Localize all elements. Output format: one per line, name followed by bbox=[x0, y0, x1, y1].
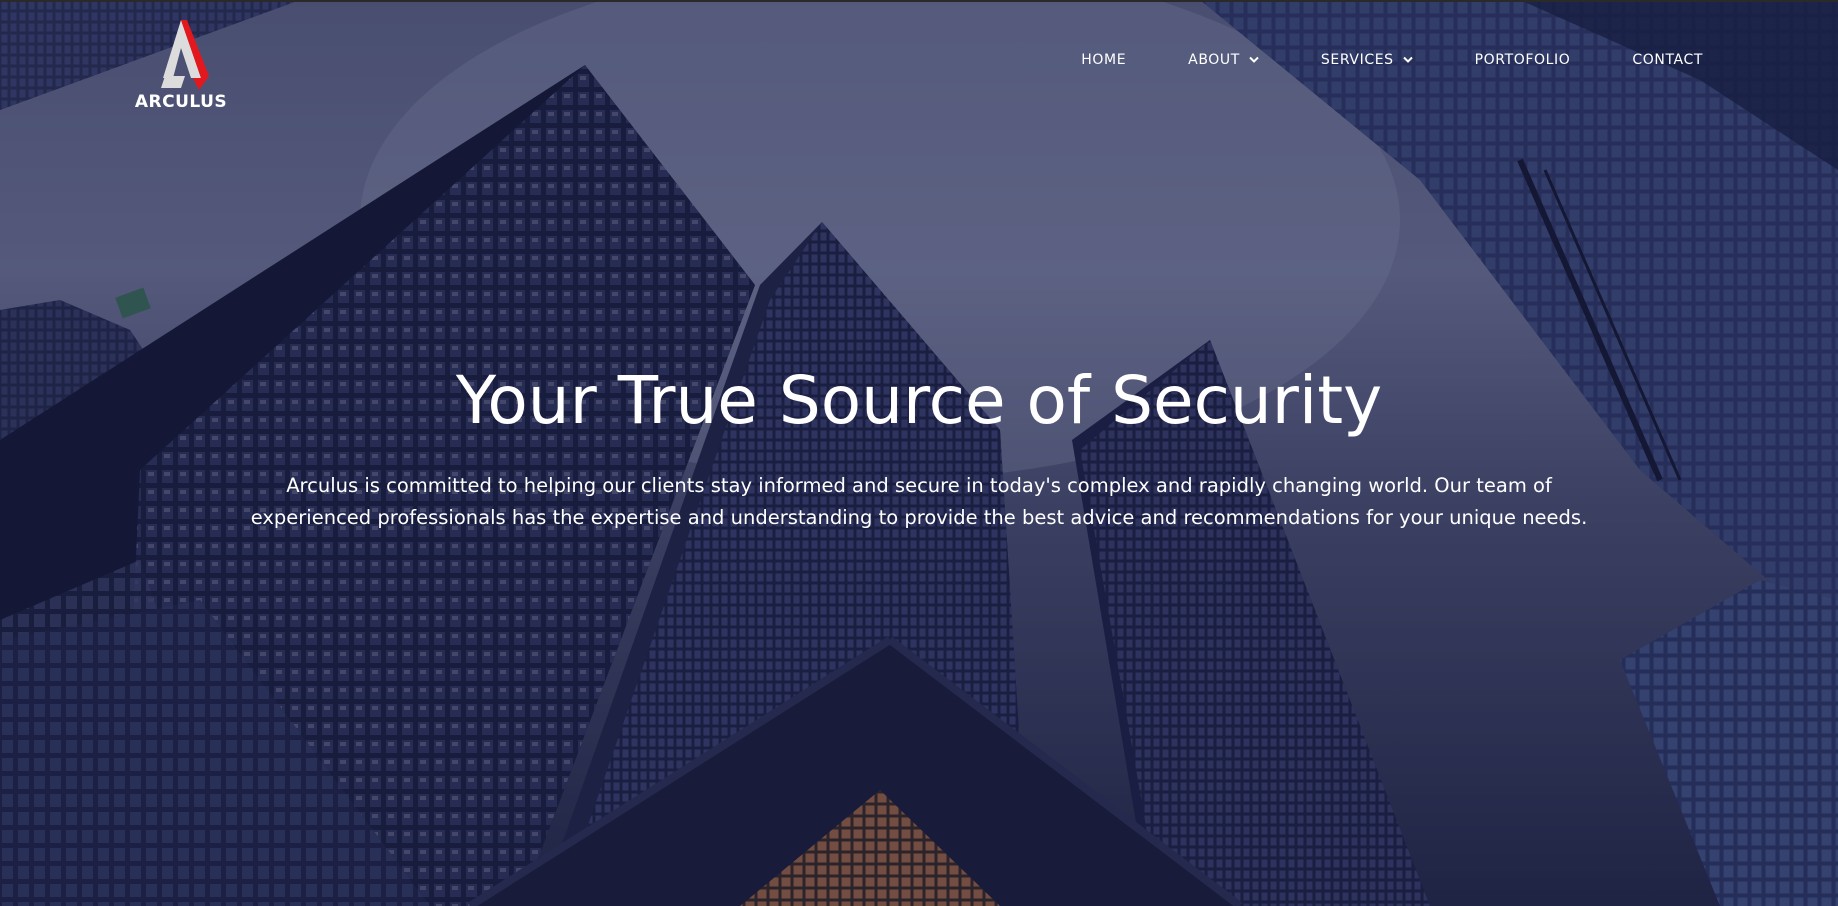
hero-title: Your True Source of Security bbox=[455, 362, 1383, 439]
brand-logo[interactable]: ARCULUS bbox=[128, 18, 234, 118]
nav-item-portofolio[interactable]: PORTOFOLIO bbox=[1475, 52, 1571, 68]
hero-overlay bbox=[0, 0, 1838, 906]
arculus-a-logo-icon bbox=[161, 20, 209, 90]
nav-item-home[interactable]: HOME bbox=[1081, 52, 1126, 68]
main-nav: HOME ABOUT SERVICES PORTOFOLIO CONTACT bbox=[1081, 52, 1703, 68]
chevron-down-icon bbox=[1402, 56, 1413, 63]
top-border bbox=[0, 0, 1838, 2]
chevron-down-icon bbox=[1249, 56, 1259, 63]
hero-description: Arculus is committed to helping our clie… bbox=[250, 474, 1588, 529]
nav-item-label: SERVICES bbox=[1320, 52, 1394, 68]
nav-item-services[interactable]: SERVICES bbox=[1321, 52, 1413, 68]
nav-item-label: ABOUT bbox=[1188, 52, 1240, 68]
nav-item-label: HOME bbox=[1081, 52, 1127, 68]
nav-item-about[interactable]: ABOUT bbox=[1188, 52, 1259, 68]
hero-section: ARCULUS HOME ABOUT SERVICES PORTOFOLIO C… bbox=[0, 0, 1838, 906]
nav-item-contact[interactable]: CONTACT bbox=[1632, 52, 1703, 68]
nav-item-label: PORTOFOLIO bbox=[1474, 52, 1571, 68]
nav-item-label: CONTACT bbox=[1632, 52, 1703, 68]
brand-name: ARCULUS bbox=[134, 92, 228, 112]
